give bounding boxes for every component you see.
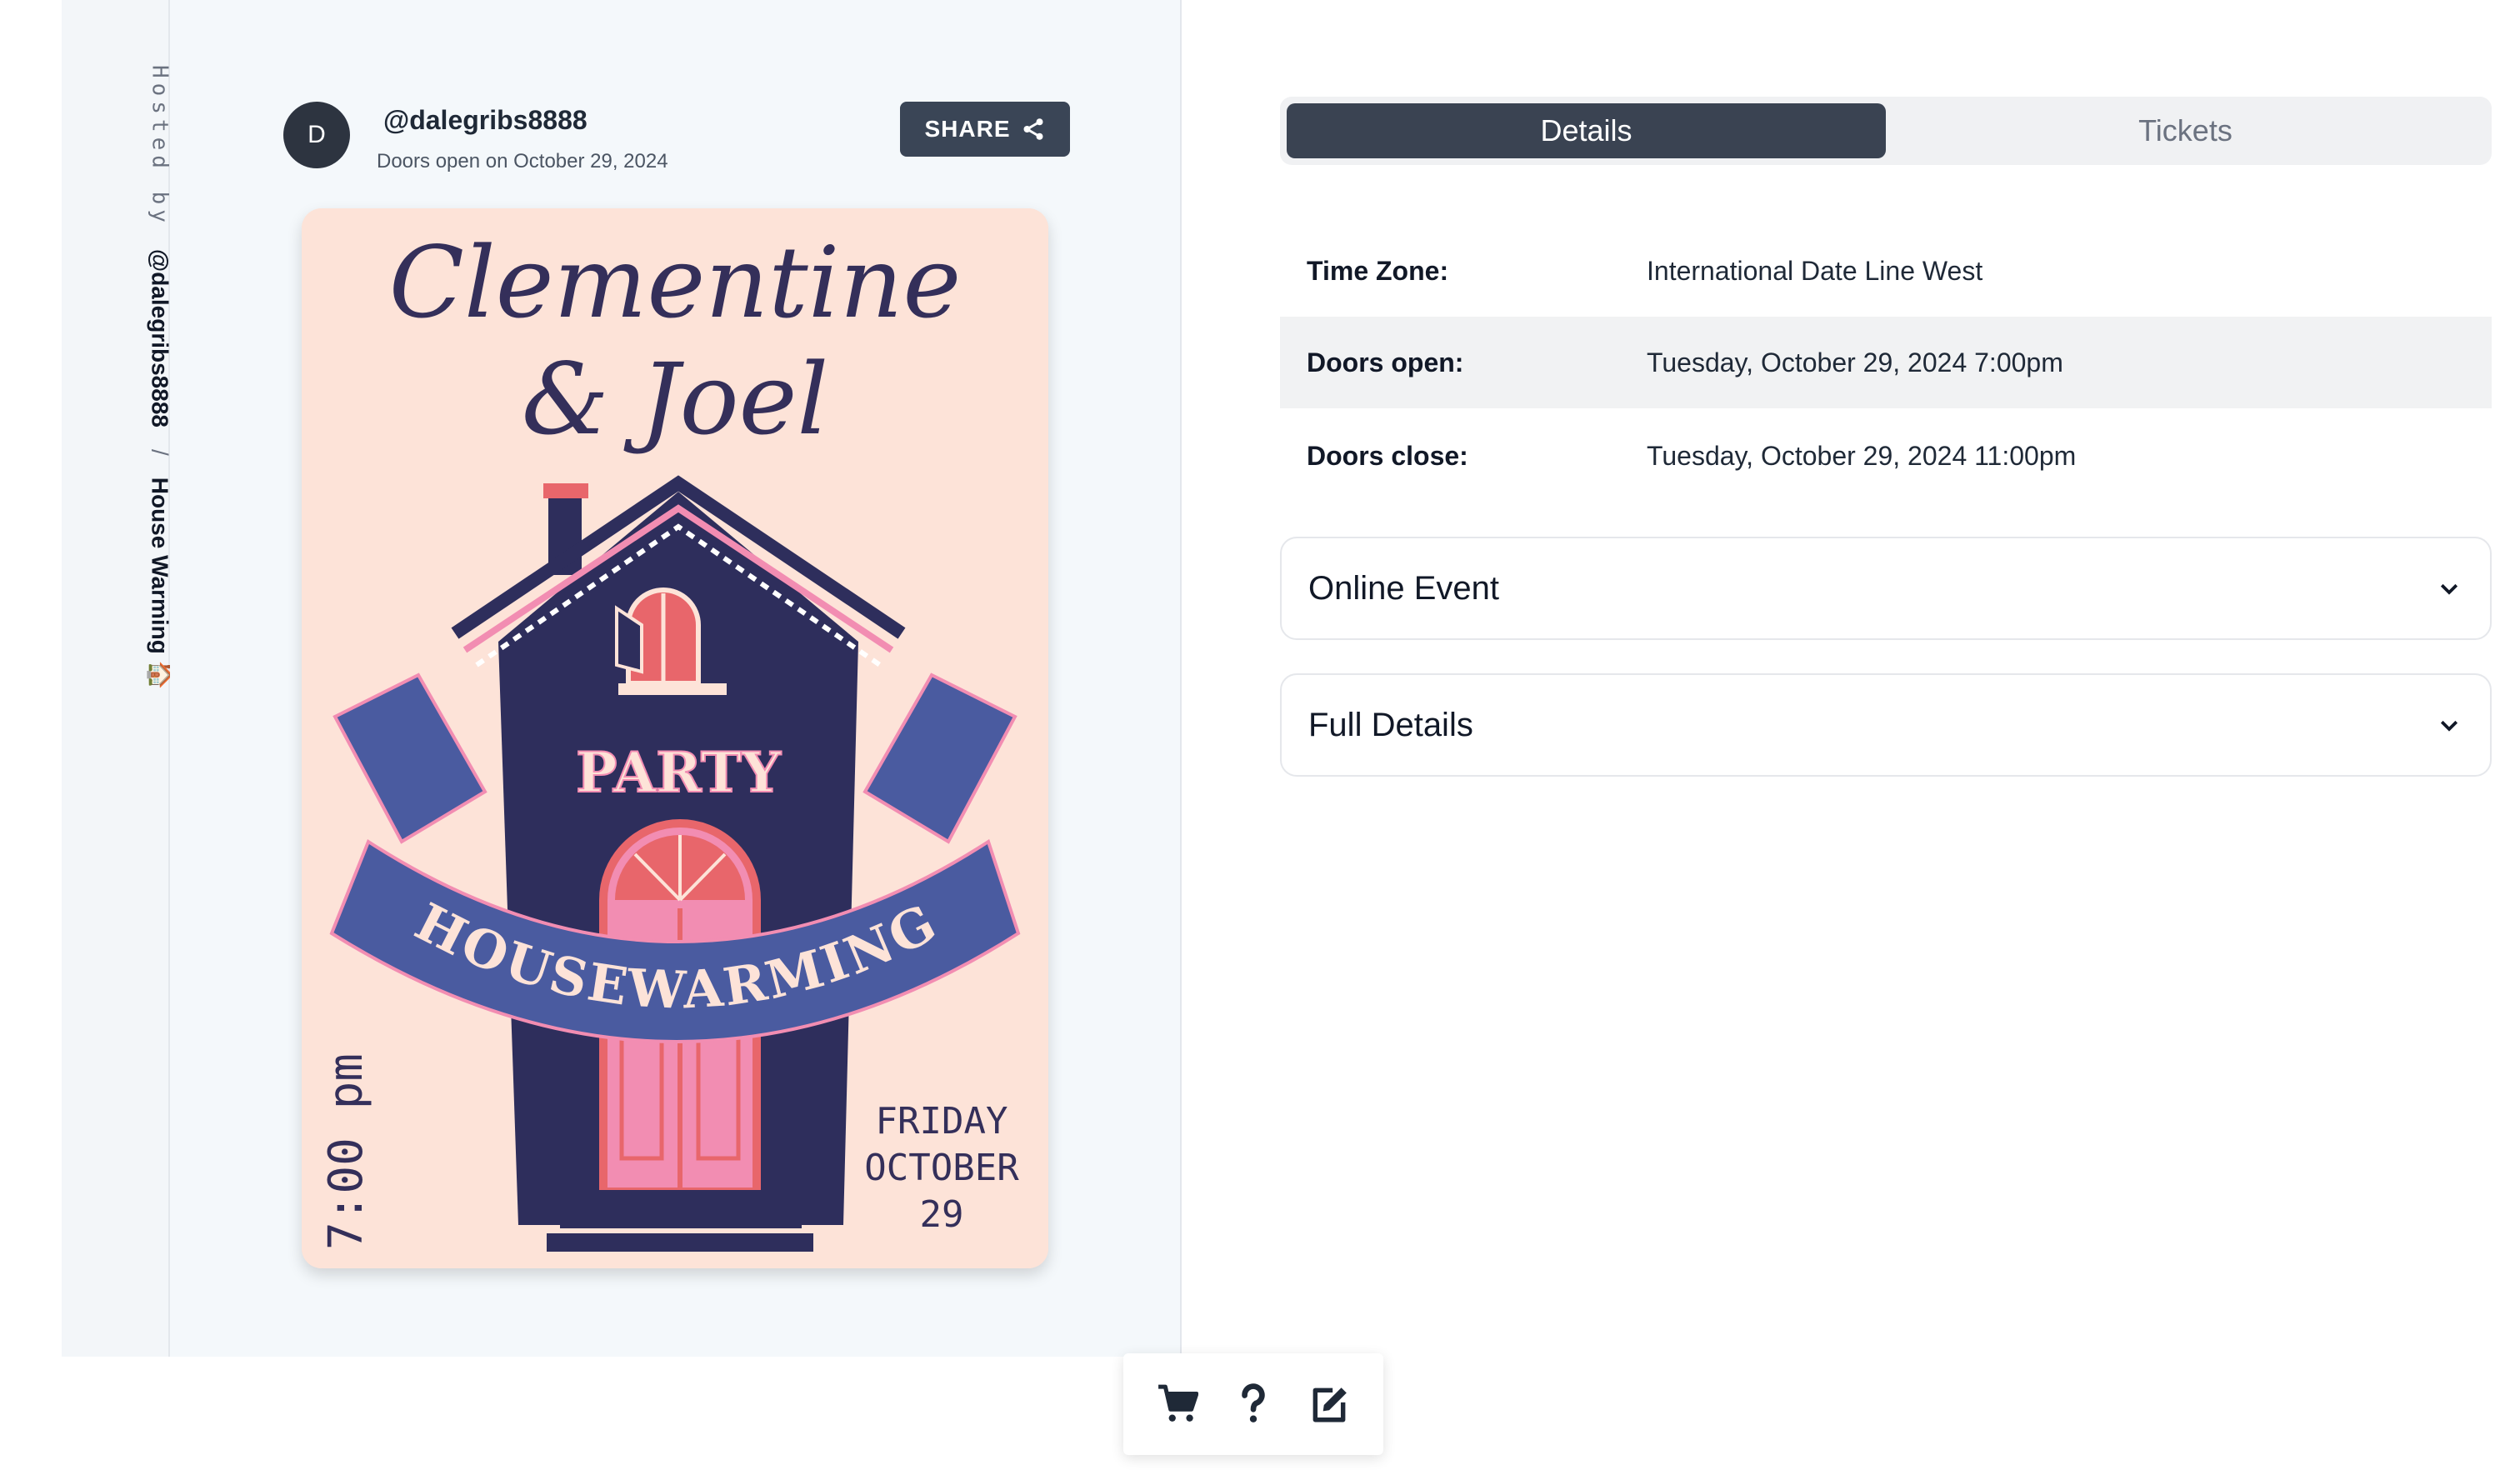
event-flyer-panel: D @dalegribs8888 Doors open on October 2… [170,0,1182,1357]
time-zone-row: Time Zone: International Date Line West [1280,225,2492,317]
full-details-accordion[interactable]: Full Details [1280,673,2492,777]
online-event-label: Online Event [1308,569,1500,607]
tab-tickets[interactable]: Tickets [1886,103,2485,158]
flyer-month: OCTOBER [864,1147,1019,1189]
flyer-party: PARTY [576,740,782,805]
doors-open-subtitle: Doors open on October 29, 2024 [377,150,668,172]
flyer-time: 7:00 pm [319,1053,373,1250]
full-details-label: Full Details [1308,706,1473,743]
hosted-by-label: Hosted by [148,65,172,228]
flyer-names-line1: Clementine [389,225,962,340]
event-page: Hosted by @dalegribs8888 / House Warming… [0,0,2520,1470]
edit-button[interactable] [1304,1379,1354,1429]
doors-open-value: Tuesday, October 29, 2024 7:00pm [1647,347,2063,378]
help-icon [1242,1383,1265,1422]
host-strip: Hosted by @dalegribs8888 / House Warming… [62,0,173,1357]
floating-toolbar [1123,1353,1383,1455]
tab-details[interactable]: Details [1287,103,1886,158]
event-flyer-image: Clementine & Joel PARTY HOUSEWARMING 7:0… [302,208,1048,1268]
doors-open-label: Doors open: [1307,347,1464,378]
doors-close-row: Doors close: Tuesday, October 29, 2024 1… [1280,410,2492,502]
time-zone-value: International Date Line West [1647,255,1983,286]
housewarming-illustration: Clementine & Joel PARTY HOUSEWARMING 7:0… [302,208,1048,1268]
doors-open-row: Doors open: Tuesday, October 29, 2024 7:… [1280,317,2492,408]
share-icon [1023,118,1042,140]
share-button[interactable]: SHARE [900,102,1070,157]
cart-icon [1158,1384,1199,1422]
chevron-down-icon [2440,720,2458,732]
chevron-down-icon [2440,583,2458,595]
cart-button[interactable] [1152,1379,1202,1429]
help-button[interactable] [1228,1379,1278,1429]
doors-close-label: Doors close: [1307,440,1468,471]
flyer-day: FRIDAY [876,1100,1008,1142]
share-button-label: SHARE [924,116,1011,142]
online-event-accordion[interactable]: Online Event [1280,537,2492,640]
time-zone-label: Time Zone: [1307,255,1449,286]
doors-close-value: Tuesday, October 29, 2024 11:00pm [1647,440,2077,471]
edit-icon [1312,1388,1347,1422]
details-tabs: Details Tickets [1280,97,2492,165]
avatar[interactable]: D [283,102,350,168]
flyer-names-line2: & Joel [522,342,828,457]
flyer-date: 29 [920,1193,964,1236]
host-handle[interactable]: @dalegribs8888 [383,105,588,136]
